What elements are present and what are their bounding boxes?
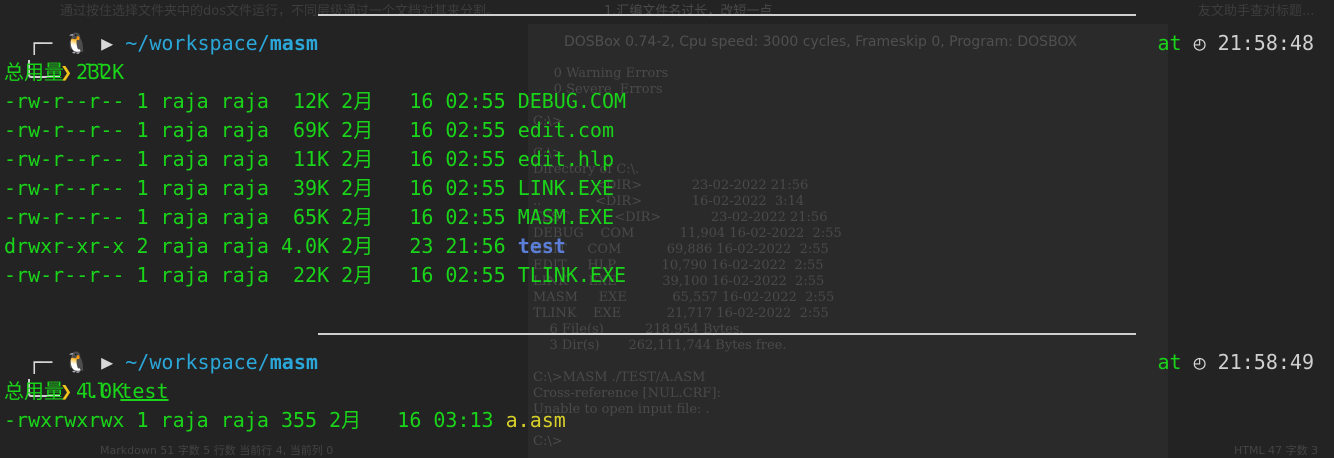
command-arg[interactable]: test xyxy=(120,379,168,403)
prompt-2-command-line: ❯ ll test xyxy=(4,348,169,403)
prompt-path-prefix: ~/workspace/ xyxy=(125,31,270,55)
file-metadata: -rw-r--r-- 1 raja raja 12K 2月 16 02:55 xyxy=(4,89,518,113)
clock-icon: ◴ xyxy=(1193,31,1206,55)
background-status-right: HTML 47 字数 3 xyxy=(1234,444,1319,457)
background-top-right-text: 1.汇编文件名过长，改短一点 xyxy=(604,4,773,19)
prompt-1-time-group: at ◴ 21:58:48 xyxy=(1133,0,1314,55)
list-item: -rwxrwxrwx 1 raja raja 355 2月 16 03:13 a… xyxy=(4,406,566,435)
prompt-1-header: ┌─ 🐧 ▶ ~/workspace/masm xyxy=(4,0,318,55)
list-item: -rw-r--r-- 1 raja raja 69K 2月 16 02:55 e… xyxy=(4,116,614,145)
file-name[interactable]: DEBUG.COM xyxy=(518,89,626,113)
file-metadata: -rw-r--r-- 1 raja raja 22K 2月 16 02:55 xyxy=(4,263,518,287)
file-name[interactable]: MASM.EXE xyxy=(518,205,614,229)
file-metadata: drwxr-xr-x 2 raja raja 4.0K 2月 23 21:56 xyxy=(4,234,518,258)
list-item: -rw-r--r-- 1 raja raja 65K 2月 16 02:55 M… xyxy=(4,203,614,232)
prompt-1-rule xyxy=(318,14,1136,16)
clock-icon: ◴ xyxy=(1193,350,1206,374)
file-name[interactable]: TLINK.EXE xyxy=(518,263,626,287)
list-item: -rw-r--r-- 1 raja raja 22K 2月 16 02:55 T… xyxy=(4,261,626,290)
prompt-2-header: ┌─ 🐧 ▶ ~/workspace/masm xyxy=(4,319,318,374)
prompt-path-dir: masm xyxy=(269,350,318,374)
file-name[interactable]: a.asm xyxy=(506,408,566,432)
prompt-path-dir: masm xyxy=(269,31,318,55)
list-item: -rw-r--r-- 1 raja raja 39K 2月 16 02:55 L… xyxy=(4,174,614,203)
file-metadata: -rw-r--r-- 1 raja raja 65K 2月 16 02:55 xyxy=(4,205,518,229)
file-name[interactable]: edit.hlp xyxy=(518,147,614,171)
file-metadata: -rw-r--r-- 1 raja raja 39K 2月 16 02:55 xyxy=(4,176,518,200)
prompt-time: 21:58:49 xyxy=(1217,350,1314,374)
prompt-at-label: at xyxy=(1157,350,1182,374)
file-name[interactable]: edit.com xyxy=(518,118,614,142)
file-metadata: -rwxrwxrwx 1 raja raja 355 2月 16 03:13 xyxy=(4,408,506,432)
prompt-1-command-line: ❯ ll xyxy=(4,29,108,84)
list-item: -rw-r--r-- 1 raja raja 11K 2月 16 02:55 e… xyxy=(4,145,614,174)
prompt-2-rule xyxy=(318,333,1136,335)
background-dosbox-title: DOSBox 0.74-2, Cpu speed: 3000 cycles, F… xyxy=(564,34,1078,50)
file-metadata: -rw-r--r-- 1 raja raja 11K 2月 16 02:55 xyxy=(4,147,518,171)
directory-name[interactable]: test xyxy=(518,234,566,258)
prompt-2-time-group: at ◴ 21:58:49 xyxy=(1133,319,1314,374)
file-name[interactable]: LINK.EXE xyxy=(518,176,614,200)
listing-2-total: 总用量 4.0K xyxy=(4,379,125,403)
prompt-at-label: at xyxy=(1157,31,1182,55)
list-item: drwxr-xr-x 2 raja raja 4.0K 2月 23 21:56 … xyxy=(4,232,566,261)
file-metadata: -rw-r--r-- 1 raja raja 69K 2月 16 02:55 xyxy=(4,118,518,142)
listing-1-total: 总用量 232K xyxy=(4,60,125,84)
prompt-time: 21:58:48 xyxy=(1217,31,1314,55)
list-item: -rw-r--r-- 1 raja raja 12K 2月 16 02:55 D… xyxy=(4,87,626,116)
background-status-left: Markdown 51 字数 5 行数 当前行 4, 当前列 0 xyxy=(100,444,334,457)
